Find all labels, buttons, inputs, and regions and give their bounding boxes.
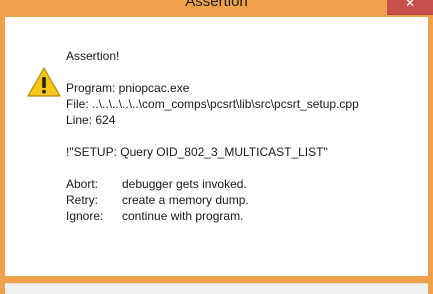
dialog-body: Assertion! Program: pniopcac.exe File: .… (5, 17, 428, 294)
button-area (5, 283, 428, 294)
option-abort: Abort: debugger gets invoked. (66, 176, 359, 192)
line-number: Line: 624 (66, 113, 116, 127)
option-retry: Retry: create a memory dump. (66, 192, 359, 208)
file-line: File: ..\..\..\..\..\com_comps\pcsrt\lib… (66, 97, 359, 111)
close-button[interactable]: ✕ (387, 0, 433, 15)
window-title: Assertion (185, 0, 248, 10)
option-ignore: Ignore: continue with program. (66, 208, 359, 224)
program-line: Program: pniopcac.exe (66, 81, 190, 95)
option-desc: debugger gets invoked. (122, 177, 247, 191)
assert-expression: !"SETUP: Query OID_802_3_MULTICAST_LIST" (66, 145, 328, 159)
option-key: Retry: (66, 193, 99, 207)
title-bar[interactable]: Assertion ✕ (0, 0, 433, 17)
close-icon: ✕ (404, 0, 416, 10)
message-heading: Assertion! (66, 49, 120, 63)
option-key: Abort: (66, 177, 99, 191)
assertion-dialog: Assertion ✕ Assertion! Program: pniopcac… (0, 0, 433, 294)
option-desc: continue with program. (122, 209, 244, 223)
option-key: Ignore: (66, 209, 104, 223)
option-desc: create a memory dump. (122, 193, 249, 207)
warning-icon (27, 67, 61, 97)
message-text: Assertion! Program: pniopcac.exe File: .… (66, 48, 359, 224)
